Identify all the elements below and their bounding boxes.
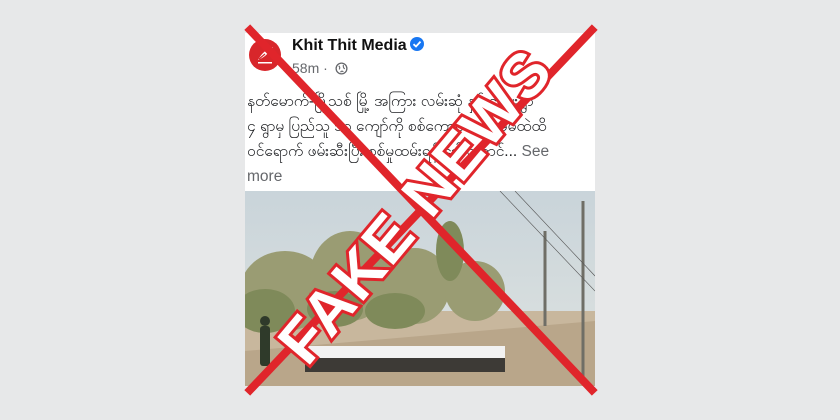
post-time[interactable]: 58m [292,60,319,76]
globe-icon [335,62,348,75]
post-text-line: ၄ ရွာမှ ပြည်သူ ၁၀ ကျော်ကို စစ်ကောင်စီ နေ… [247,118,547,135]
post-meta: 58m · [292,60,348,76]
post-header: Khit Thit Media 58m · [245,33,595,83]
facebook-post-card: Khit Thit Media 58m · နတ်မောက်-မြို့သစ် … [245,33,595,386]
separator-dot: · [323,60,328,76]
see-more-link[interactable]: See [522,143,550,160]
khit-thit-logo-icon [258,47,273,64]
verified-badge-icon [409,37,424,51]
see-more-link-continued[interactable]: more [247,164,591,189]
post-text: နတ်မောက်-မြို့သစ် မြို့ အကြား လမ်းဆုံ နှ… [247,89,591,189]
photo-scene [245,191,595,386]
page-avatar[interactable] [249,39,281,71]
post-text-line: နတ်မောက်-မြို့သစ် မြို့ အကြား လမ်းဆုံ နှ… [247,93,534,110]
post-photo[interactable] [245,191,595,386]
page-name[interactable]: Khit Thit Media [292,37,424,55]
post-text-line: ဝင်ရောက် ဖမ်းဆီးပြီး စစ်မှုထမ်းရန် ခေါ်ဆ… [247,143,550,160]
